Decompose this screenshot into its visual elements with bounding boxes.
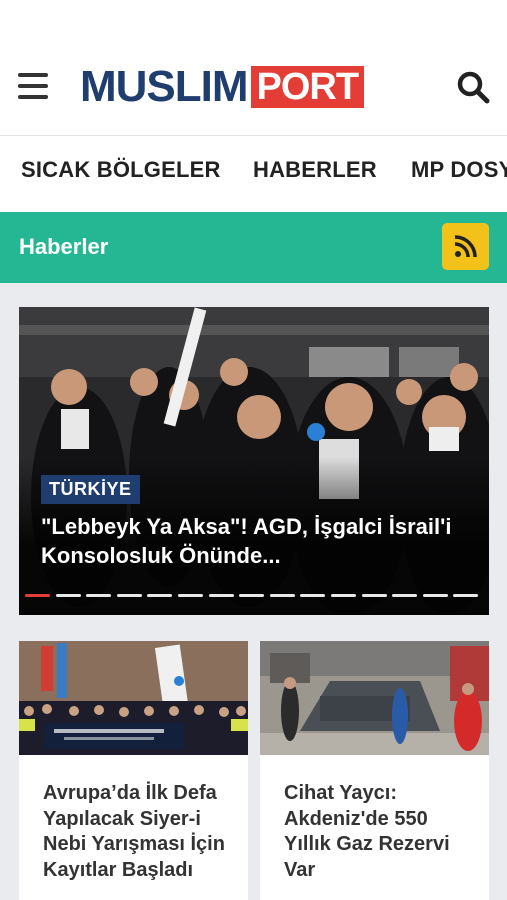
logo-muslim-text: MUSLIM bbox=[80, 62, 249, 111]
slider-dot[interactable] bbox=[25, 594, 50, 597]
hamburger-menu-icon[interactable] bbox=[18, 73, 48, 99]
rss-feed-icon[interactable] bbox=[442, 223, 489, 270]
category-nav: SICAK BÖLGELER HABERLER MP DOSYA bbox=[0, 137, 507, 211]
section-header: Haberler bbox=[0, 212, 507, 283]
section-title: Haberler bbox=[19, 234, 109, 259]
featured-slider[interactable]: TÜRKİYE "Lebbeyk Ya Aksa"! AGD, İşgalci … bbox=[19, 307, 489, 615]
nav-item-mp-dosya[interactable]: MP DOSYA bbox=[411, 157, 507, 183]
slider-dot[interactable] bbox=[116, 594, 142, 597]
news-card[interactable]: Cihat Yaycı: Akdeniz'de 550 Yıllık Gaz R… bbox=[260, 641, 489, 900]
news-card-image bbox=[260, 641, 489, 755]
slider-dot[interactable] bbox=[453, 594, 479, 597]
slider-dot[interactable] bbox=[208, 594, 234, 597]
news-card-image bbox=[19, 641, 248, 755]
slider-dot[interactable] bbox=[239, 594, 265, 597]
slider-dot[interactable] bbox=[361, 594, 387, 597]
search-icon[interactable] bbox=[455, 69, 491, 105]
site-header: MUSLIM PORT bbox=[0, 0, 507, 136]
slider-pagination bbox=[25, 594, 484, 600]
slider-dot[interactable] bbox=[86, 594, 112, 597]
news-card-title[interactable]: Cihat Yaycı: Akdeniz'de 550 Yıllık Gaz R… bbox=[284, 781, 474, 883]
news-card[interactable]: Avrupa’da İlk Defa Yapılacak Siyer-i Neb… bbox=[19, 641, 248, 900]
logo-port-text: PORT bbox=[250, 66, 365, 108]
featured-headline[interactable]: "Lebbeyk Ya Aksa"! AGD, İşgalci İsrail'i… bbox=[41, 512, 471, 570]
slider-dot[interactable] bbox=[422, 594, 448, 597]
category-badge[interactable]: TÜRKİYE bbox=[41, 475, 140, 504]
slider-dot[interactable] bbox=[392, 594, 418, 597]
nav-item-sicak-bolgeler[interactable]: SICAK BÖLGELER bbox=[21, 157, 221, 183]
slider-dot[interactable] bbox=[300, 594, 326, 597]
news-card-title[interactable]: Avrupa’da İlk Defa Yapılacak Siyer-i Neb… bbox=[43, 781, 233, 883]
nav-item-haberler[interactable]: HABERLER bbox=[253, 157, 377, 183]
slider-dot[interactable] bbox=[55, 594, 81, 597]
site-logo[interactable]: MUSLIM PORT bbox=[80, 62, 365, 111]
slider-dot[interactable] bbox=[177, 594, 203, 597]
slider-dot[interactable] bbox=[147, 594, 173, 597]
slider-dot[interactable] bbox=[330, 594, 356, 597]
slider-dot[interactable] bbox=[269, 594, 295, 597]
